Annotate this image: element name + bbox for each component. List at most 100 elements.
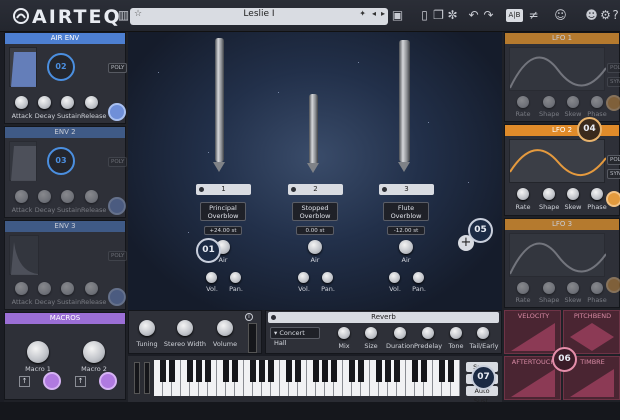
ab-compare-button[interactable]: A|B bbox=[506, 9, 523, 22]
voice3-air-knob[interactable] bbox=[399, 240, 413, 254]
black-key[interactable] bbox=[295, 360, 301, 382]
macro1-mod-button[interactable] bbox=[43, 372, 61, 390]
undo-icon[interactable]: ↶ bbox=[466, 8, 481, 23]
lfo1-phase-knob[interactable] bbox=[591, 96, 603, 108]
black-key[interactable] bbox=[160, 360, 166, 382]
black-key[interactable] bbox=[394, 360, 400, 382]
save-icon[interactable]: ▣ bbox=[390, 8, 405, 23]
pitchbend-cell[interactable]: PITCHBEND bbox=[563, 310, 620, 354]
black-key[interactable] bbox=[322, 360, 328, 382]
lfo1-rate-knob[interactable] bbox=[517, 96, 529, 108]
voice2-header[interactable]: 2 bbox=[288, 184, 343, 195]
mod-wheel[interactable] bbox=[144, 362, 150, 394]
env3-mod-button[interactable] bbox=[108, 288, 126, 306]
env3-release-knob[interactable] bbox=[85, 282, 98, 295]
randomize-icon[interactable]: ✼ bbox=[445, 8, 460, 23]
env2-sustain-knob[interactable] bbox=[61, 190, 74, 203]
voice2-power-icon[interactable] bbox=[291, 187, 296, 192]
lfo1-poly-toggle[interactable]: POLY bbox=[607, 63, 620, 73]
black-key[interactable] bbox=[313, 360, 319, 382]
reverb-duration-knob[interactable] bbox=[394, 327, 406, 339]
black-key[interactable] bbox=[232, 360, 238, 382]
black-key[interactable] bbox=[331, 360, 337, 382]
reverb-mix-knob[interactable] bbox=[338, 327, 350, 339]
env3-poly-toggle[interactable]: POLY bbox=[108, 251, 128, 261]
voice3-power-icon[interactable] bbox=[382, 187, 387, 192]
voice2-stop-select[interactable]: Stopped Overblow bbox=[292, 202, 338, 221]
black-key[interactable] bbox=[223, 360, 229, 382]
env2-decay-knob[interactable] bbox=[38, 190, 51, 203]
lfo2-sync-toggle[interactable]: SYNC bbox=[607, 169, 620, 179]
macro2-mod-button[interactable] bbox=[99, 372, 117, 390]
black-key[interactable] bbox=[385, 360, 391, 382]
black-key[interactable] bbox=[268, 360, 274, 382]
lfo3-phase-knob[interactable] bbox=[591, 282, 603, 294]
reverb-size-knob[interactable] bbox=[365, 327, 377, 339]
preset-shuffle-icon[interactable]: ✦ bbox=[359, 9, 366, 18]
lfo2-phase-knob[interactable] bbox=[591, 188, 603, 200]
lfo3-mod-button[interactable] bbox=[606, 277, 620, 293]
velocity-cell[interactable]: VELOCITY bbox=[504, 310, 561, 354]
voice1-header[interactable]: 1 bbox=[196, 184, 251, 195]
lfo3-rate-knob[interactable] bbox=[517, 282, 529, 294]
stereo-width-knob[interactable] bbox=[177, 320, 193, 336]
smiley-icon[interactable]: ☺ bbox=[553, 8, 568, 23]
lfo1-shape-knob[interactable] bbox=[543, 96, 555, 108]
preset-prev-icon[interactable]: ◂ bbox=[372, 9, 376, 18]
voice1-power-icon[interactable] bbox=[199, 187, 204, 192]
lfo2-poly-toggle[interactable]: POLY bbox=[607, 155, 620, 165]
black-key[interactable] bbox=[358, 360, 364, 382]
lfo1-skew-knob[interactable] bbox=[567, 96, 579, 108]
voice2-air-knob[interactable] bbox=[308, 240, 322, 254]
air-env-mod-button[interactable] bbox=[108, 103, 126, 121]
env2-release-knob[interactable] bbox=[85, 190, 98, 203]
voice3-pan-knob[interactable] bbox=[413, 272, 424, 283]
macro2-knob[interactable] bbox=[83, 341, 105, 363]
env3-attack-knob[interactable] bbox=[15, 282, 28, 295]
air-env-poly-toggle[interactable]: POLY bbox=[108, 63, 128, 73]
info-icon[interactable]: i bbox=[245, 313, 253, 321]
voice3-detune-field[interactable]: -12.00 st bbox=[387, 226, 425, 235]
air-env-sustain-knob[interactable] bbox=[61, 96, 74, 109]
black-key[interactable] bbox=[448, 360, 454, 382]
voice3-stop-select[interactable]: Flute Overblow bbox=[383, 202, 429, 221]
voice1-vol-knob[interactable] bbox=[206, 272, 217, 283]
help-icon[interactable]: ? bbox=[608, 8, 620, 23]
reverb-tone-knob[interactable] bbox=[450, 327, 462, 339]
air-env-decay-knob[interactable] bbox=[38, 96, 51, 109]
air-env-attack-knob[interactable] bbox=[15, 96, 28, 109]
lfo3-skew-knob[interactable] bbox=[567, 282, 579, 294]
black-key[interactable] bbox=[187, 360, 193, 382]
copy-icon[interactable]: ❐ bbox=[431, 8, 446, 23]
library-icon[interactable]: ▥ bbox=[116, 8, 131, 23]
voice2-vol-knob[interactable] bbox=[298, 272, 309, 283]
voice3-header[interactable]: 3 bbox=[379, 184, 434, 195]
voice2-pan-knob[interactable] bbox=[322, 272, 333, 283]
env2-mod-button[interactable] bbox=[108, 197, 126, 215]
env2-poly-toggle[interactable]: POLY bbox=[108, 157, 128, 167]
tuning-knob[interactable] bbox=[139, 320, 155, 336]
preset-next-icon[interactable]: ▸ bbox=[381, 9, 385, 18]
black-key[interactable] bbox=[439, 360, 445, 382]
black-key[interactable] bbox=[412, 360, 418, 382]
voice1-detune-field[interactable]: +24.00 st bbox=[204, 226, 242, 235]
new-file-icon[interactable]: ▯ bbox=[417, 8, 432, 23]
voice2-detune-field[interactable]: 0.00 st bbox=[296, 226, 334, 235]
black-key[interactable] bbox=[250, 360, 256, 382]
env3-decay-knob[interactable] bbox=[38, 282, 51, 295]
lfo1-sync-toggle[interactable]: SYNC bbox=[607, 77, 620, 87]
macro1-knob[interactable] bbox=[27, 341, 49, 363]
pitch-wheel[interactable] bbox=[134, 362, 140, 394]
lfo2-rate-knob[interactable] bbox=[517, 188, 529, 200]
voice1-pan-knob[interactable] bbox=[230, 272, 241, 283]
piano-keyboard[interactable] bbox=[154, 356, 460, 400]
not-equal-icon[interactable]: ≠ bbox=[526, 8, 541, 23]
macro1-up-icon[interactable]: ↑ bbox=[19, 376, 30, 387]
preset-selector[interactable]: ☆ Leslie I ✦ ◂ ▸ bbox=[130, 8, 388, 25]
reverb-type-select[interactable]: ▾ Concert Hall bbox=[270, 327, 320, 347]
black-key[interactable] bbox=[259, 360, 265, 382]
reverb-power-icon[interactable] bbox=[271, 315, 276, 320]
redo-icon[interactable]: ↷ bbox=[481, 8, 496, 23]
volume-knob[interactable] bbox=[217, 320, 233, 336]
env2-attack-knob[interactable] bbox=[15, 190, 28, 203]
